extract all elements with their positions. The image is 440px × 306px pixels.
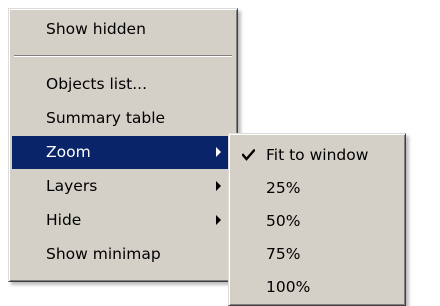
menu-item-summary-table[interactable]: Summary table bbox=[12, 102, 234, 135]
menu-item-label: Zoom bbox=[46, 143, 91, 161]
zoom-submenu: Fit to window 25% 50% 75% 100% bbox=[228, 133, 406, 306]
menu-item-label: Show minimap bbox=[46, 245, 161, 263]
menu-item-label: 50% bbox=[266, 212, 301, 230]
zoom-item-25[interactable]: 25% bbox=[232, 172, 402, 205]
submenu-arrow-icon bbox=[216, 181, 221, 191]
menu-item-show-hidden[interactable]: Show hidden bbox=[12, 13, 234, 46]
menu-item-label: 25% bbox=[266, 179, 301, 197]
menu-separator bbox=[14, 55, 232, 57]
zoom-item-100[interactable]: 100% bbox=[232, 271, 402, 304]
menu-item-label: 75% bbox=[266, 245, 301, 263]
menu-item-label: 100% bbox=[266, 278, 311, 296]
checkmark-icon bbox=[242, 149, 255, 161]
zoom-item-50[interactable]: 50% bbox=[232, 205, 402, 238]
menu-item-objects-list[interactable]: Objects list... bbox=[12, 68, 234, 101]
menu-item-zoom[interactable]: Zoom bbox=[12, 136, 234, 169]
menu-item-label: Hide bbox=[46, 211, 82, 229]
menu-item-label: Show hidden bbox=[46, 20, 146, 38]
context-menu: Show hidden Objects list... Summary tabl… bbox=[8, 8, 238, 282]
menu-item-layers[interactable]: Layers bbox=[12, 170, 234, 203]
menu-item-label: Fit to window bbox=[266, 146, 369, 164]
menu-item-label: Layers bbox=[46, 177, 98, 195]
menu-item-show-minimap[interactable]: Show minimap bbox=[12, 238, 234, 271]
menu-item-label: Objects list... bbox=[46, 75, 148, 93]
submenu-arrow-icon bbox=[216, 215, 221, 225]
submenu-arrow-icon bbox=[216, 147, 221, 157]
menu-item-label: Summary table bbox=[46, 109, 166, 127]
menu-item-hide[interactable]: Hide bbox=[12, 204, 234, 237]
zoom-item-fit-to-window[interactable]: Fit to window bbox=[232, 139, 402, 172]
zoom-item-75[interactable]: 75% bbox=[232, 238, 402, 271]
